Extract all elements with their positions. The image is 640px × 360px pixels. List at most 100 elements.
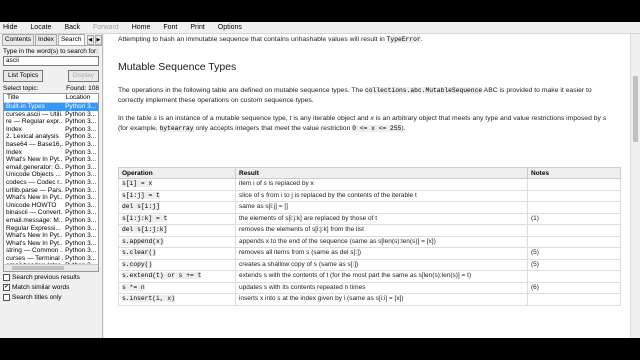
notes-cell: [527, 270, 621, 283]
result-cell: inserts x into s at the index given by i…: [235, 293, 528, 306]
horizontal-scrollbar[interactable]: [4, 264, 98, 271]
list-item-location: Python 3...: [65, 118, 97, 126]
list-item-title: email.generator: G...: [6, 163, 64, 171]
match-similar-checkbox[interactable]: ✔ Match similar words: [0, 282, 102, 292]
notes-cell: [527, 293, 621, 306]
forward-button[interactable]: Forward: [93, 24, 119, 31]
list-item[interactable]: binascii — Convert... Python 3...: [4, 209, 98, 217]
list-item-location: Python 3...: [65, 140, 97, 148]
list-item-location: Python 3...: [65, 247, 97, 255]
mutable-sequence-link[interactable]: collections.abc.MutableSequence: [365, 87, 483, 94]
scroll-thumb[interactable]: [633, 76, 638, 142]
checkbox-label: Match similar words: [12, 283, 70, 291]
list-item-location: Python 3...: [65, 133, 97, 141]
checkbox-box[interactable]: [3, 273, 10, 281]
list-item[interactable]: Unicode HOWTO Python 3...: [4, 202, 98, 210]
paragraph: In the table s is an instance of a mutab…: [118, 115, 607, 132]
list-item[interactable]: base64 — Base16,... Python 3...: [4, 141, 98, 149]
list-item[interactable]: What's New In Pyt... Python 3...: [4, 156, 98, 164]
list-item[interactable]: string — Common ... Python 3...: [4, 247, 98, 255]
list-item-title: What's New In Pyt...: [6, 194, 64, 202]
list-item[interactable]: urllib.parse — Pars... Python 3...: [4, 187, 98, 195]
table-row: del s[i:j:k] removes the elements of s[i:…: [118, 224, 621, 237]
topic-list[interactable]: Title Location Built-in Types Python 3...…: [3, 93, 99, 272]
list-item[interactable]: re — Regular expr... Python 3...: [4, 118, 98, 126]
tab-scroll-right-icon[interactable]: ▶: [94, 35, 102, 45]
list-item-title: base64 — Base16,...: [6, 140, 64, 148]
text: is an arbitrary object that meets any ty…: [375, 115, 601, 122]
tab-contents[interactable]: Contents: [2, 34, 35, 45]
operation-cell: s[i] = x: [118, 178, 236, 191]
navigation-pane: Contents Index Search ◀ ▶ Type in the wo…: [0, 34, 103, 338]
list-item-location: Python 3...: [65, 216, 97, 224]
list-item[interactable]: email.generator: G... Python 3...: [4, 164, 98, 172]
list-item-location: Python 3...: [65, 156, 97, 164]
print-button[interactable]: Print: [190, 24, 204, 31]
text: Attempting to hash an immutable sequence…: [118, 36, 385, 43]
table-row: del s[i:j] same as s[i:j] = []: [118, 201, 621, 214]
list-item-location: Python 3...: [65, 110, 97, 118]
scroll-thumb[interactable]: [12, 266, 64, 270]
list-topics-button[interactable]: List Topics: [3, 70, 44, 82]
header-operation: Operation: [118, 167, 236, 179]
tab-scroll-left-icon[interactable]: ◀: [86, 35, 94, 45]
operation-cell: s.clear(): [118, 247, 236, 260]
list-item-location: Python 3...: [65, 209, 97, 217]
search-previous-checkbox[interactable]: Search previous results: [0, 272, 102, 282]
list-item-location: Python 3...: [65, 103, 97, 110]
list-item[interactable]: curses.ascii — Utili... Python 3...: [4, 111, 98, 119]
list-item-title: re — Regular expr...: [6, 118, 64, 126]
list-item[interactable]: Unicode Objects ... Python 3...: [4, 171, 98, 179]
checkbox-label: Search previous results: [12, 273, 80, 281]
bytearray-link[interactable]: bytearray: [159, 125, 194, 132]
notes-cell: (5): [527, 258, 621, 271]
display-button[interactable]: Display: [67, 70, 99, 82]
notes-cell: (6): [527, 281, 621, 294]
result-cell: the elements of s[i:j:k] are replaced by…: [235, 212, 528, 225]
list-item-title: Index: [6, 148, 22, 156]
operation-cell: del s[i:j:k]: [118, 224, 236, 237]
list-item[interactable]: codecs — Codec r... Python 3...: [4, 179, 98, 187]
checkbox-box[interactable]: [3, 293, 10, 301]
back-button[interactable]: Back: [64, 24, 80, 31]
search-label: Type in the word(s) to search for:: [3, 48, 99, 55]
typeerror-link[interactable]: TypeError: [386, 36, 421, 43]
table-row: s[i:j:k] = t the elements of s[i:j:k] are…: [118, 212, 621, 225]
column-location[interactable]: Location: [63, 94, 98, 102]
locate-button[interactable]: Locate: [30, 24, 51, 31]
list-item-title: What's New In Pyt...: [6, 232, 64, 240]
text: The operations in the following table ar…: [118, 87, 364, 94]
help-window: Hide Locate Back Forward Home Font Print…: [0, 22, 640, 338]
list-item-title: What's New In Pyt...: [6, 156, 64, 164]
tab-search[interactable]: Search: [57, 34, 85, 45]
list-item-location: Python 3...: [65, 148, 97, 156]
list-item[interactable]: Index Python 3...: [4, 149, 98, 157]
operation-cell: s.insert(i, x): [118, 293, 236, 306]
font-button[interactable]: Font: [163, 24, 177, 31]
notes-cell: [527, 224, 621, 237]
vertical-scrollbar[interactable]: [630, 34, 640, 338]
list-item[interactable]: What's New In Pyt... Python 3...: [4, 232, 98, 240]
checkbox-box[interactable]: ✔: [3, 283, 10, 291]
operation-cell: s.append(x): [118, 235, 236, 248]
code: TypeError: [386, 36, 421, 43]
options-button[interactable]: Options: [218, 24, 242, 31]
list-item[interactable]: email.message: M... Python 3...: [4, 217, 98, 225]
list-item[interactable]: Index Python 3...: [4, 126, 98, 134]
list-item[interactable]: Built-in Types Python 3...: [4, 103, 98, 111]
home-button[interactable]: Home: [132, 24, 151, 31]
hide-button[interactable]: Hide: [3, 24, 17, 31]
list-item[interactable]: 2. Lexical analysis Python 3...: [4, 133, 98, 141]
header-notes: Notes: [527, 167, 621, 179]
table-row: s[i:j] = t slice of s from i to j is repl…: [118, 189, 621, 202]
list-item[interactable]: What's New In Pyt... Python 3...: [4, 194, 98, 202]
list-item[interactable]: Regular Expressi... Python 3...: [4, 225, 98, 233]
tab-index[interactable]: Index: [35, 34, 57, 45]
search-input[interactable]: ascii: [3, 56, 99, 66]
operation-cell: s *= n: [118, 281, 236, 294]
search-titles-checkbox[interactable]: Search titles only: [0, 292, 102, 302]
list-item[interactable]: curses — Terminal ... Python 3...: [4, 255, 98, 263]
list-item-location: Python 3...: [65, 201, 97, 209]
column-title[interactable]: Title: [4, 94, 63, 102]
list-item[interactable]: What's New In Pyt... Python 3...: [4, 240, 98, 248]
